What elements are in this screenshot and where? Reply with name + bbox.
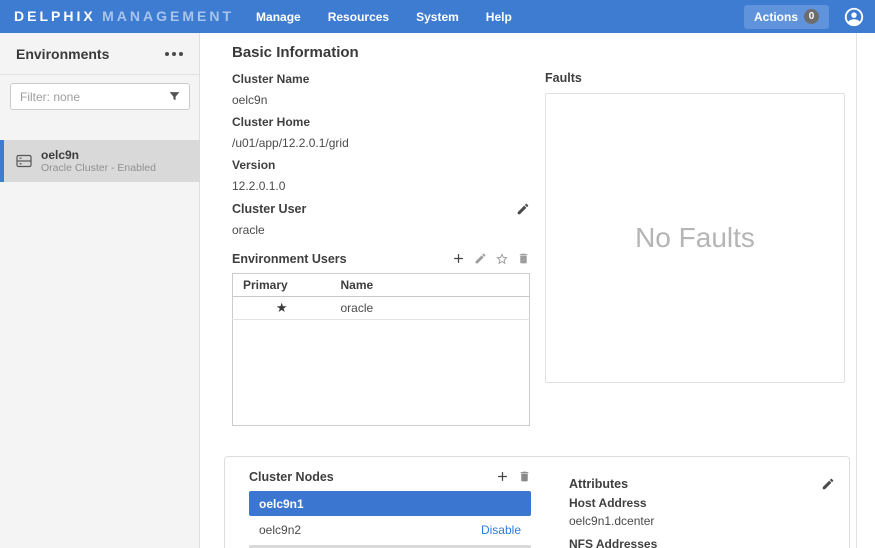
panel-right-divider: [856, 33, 857, 548]
environment-list-item[interactable]: oelc9n Oracle Cluster - Enabled: [0, 140, 200, 182]
user-table-row[interactable]: ★ oracle: [233, 297, 530, 320]
environment-users-toolbar: [451, 251, 530, 266]
nav-item-system[interactable]: System: [416, 10, 459, 24]
attributes-header: Attributes: [569, 477, 835, 491]
host-address-value: oelc9n1.dcenter: [569, 515, 835, 528]
version-value: 12.2.0.1.0: [232, 180, 530, 193]
environment-status: Oracle Cluster - Enabled: [41, 162, 156, 175]
version-label: Version: [232, 159, 530, 172]
trash-icon: [518, 470, 531, 483]
topbar-right-group: Actions 0: [744, 5, 865, 29]
cluster-name-value: oelc9n: [232, 94, 530, 107]
app-window: DELPHIX MANAGEMENT Manage Resources Syst…: [0, 0, 875, 548]
delphix-logo: DELPHIX MANAGEMENT: [14, 8, 234, 26]
add-user-button[interactable]: [451, 251, 466, 266]
edit-cluster-user-button[interactable]: [516, 202, 530, 216]
name-column-header: Name: [331, 274, 530, 297]
faults-panel: No Faults: [545, 93, 845, 383]
environment-item-text: oelc9n Oracle Cluster - Enabled: [41, 148, 156, 175]
basic-information-section: Basic Information Cluster Name oelc9n Cl…: [232, 44, 530, 426]
user-avatar-button[interactable]: [843, 6, 865, 28]
logo-primary-text: DELPHIX: [14, 8, 96, 24]
host-address-label: Host Address: [569, 497, 835, 510]
cluster-nodes-title: Cluster Nodes: [249, 470, 334, 484]
cluster-icon: [16, 154, 32, 168]
logo-secondary-text: MANAGEMENT: [102, 8, 234, 24]
cluster-nodes-section: Cluster Nodes: [249, 469, 531, 548]
main-panel: Basic Information Cluster Name oelc9n Cl…: [201, 33, 875, 548]
cluster-nodes-toolbar: [495, 469, 531, 484]
cluster-user-value: oracle: [232, 224, 530, 237]
disable-node-link[interactable]: Disable: [481, 523, 521, 537]
nav-item-help[interactable]: Help: [486, 10, 512, 24]
sidebar-header: Environments: [0, 33, 199, 75]
faults-title: Faults: [545, 71, 582, 85]
account-icon: [843, 6, 865, 28]
node-name: oelc9n2: [259, 523, 301, 537]
environment-users-title: Environment Users: [232, 252, 347, 266]
environment-users-table: Primary Name ★ oracle: [232, 273, 530, 320]
primary-star-cell: ★: [233, 297, 331, 320]
delete-node-button[interactable]: [518, 470, 531, 483]
filter-funnel-icon[interactable]: [168, 90, 181, 103]
plus-icon: [451, 251, 466, 266]
attributes-title: Attributes: [569, 477, 628, 491]
page-title: Basic Information: [232, 44, 530, 61]
environment-users-header: Environment Users: [232, 251, 530, 266]
edit-user-button[interactable]: [474, 252, 487, 265]
pencil-icon: [474, 252, 487, 265]
users-table-header-row: Primary Name: [233, 274, 530, 297]
environment-name: oelc9n: [41, 148, 156, 162]
node-name: oelc9n1: [259, 497, 304, 511]
users-table-empty-area: [232, 320, 530, 426]
nav-item-resources[interactable]: Resources: [328, 10, 389, 24]
cluster-user-row: Cluster User: [232, 202, 530, 216]
actions-button-label: Actions: [754, 10, 798, 24]
no-faults-text: No Faults: [635, 222, 755, 254]
top-navigation: Manage Resources System Help: [256, 10, 512, 24]
filter-field-wrap: [10, 83, 189, 110]
nav-item-manage[interactable]: Manage: [256, 10, 301, 24]
primary-column-header: Primary: [233, 274, 331, 297]
cluster-home-label: Cluster Home: [232, 116, 530, 129]
node-list-item[interactable]: oelc9n1: [249, 491, 531, 516]
trash-icon: [517, 252, 530, 265]
node-list-item[interactable]: oelc9n2 Disable: [249, 517, 531, 542]
nfs-addresses-label: NFS Addresses: [569, 538, 835, 548]
attributes-section: Attributes Host Address oelc9n1.dcenter …: [569, 477, 835, 548]
pencil-icon: [821, 477, 835, 491]
cluster-home-value: /u01/app/12.2.0.1/grid: [232, 137, 530, 150]
filter-input[interactable]: [10, 83, 190, 110]
edit-attributes-button[interactable]: [821, 477, 835, 491]
environments-sidebar: Environments oelc9n Orac: [0, 33, 200, 548]
app-header: DELPHIX MANAGEMENT Manage Resources Syst…: [0, 0, 875, 33]
add-node-button[interactable]: [495, 469, 510, 484]
cluster-nodes-card: Cluster Nodes: [224, 456, 850, 548]
user-name-cell: oracle: [331, 297, 530, 320]
star-icon: [495, 252, 509, 266]
faults-section: Faults No Faults: [545, 69, 845, 383]
cluster-nodes-header: Cluster Nodes: [249, 469, 531, 484]
cluster-user-label: Cluster User: [232, 203, 306, 216]
more-menu-button[interactable]: [165, 48, 183, 60]
pencil-icon: [516, 202, 530, 216]
actions-count-badge: 0: [804, 9, 819, 24]
set-primary-user-button[interactable]: [495, 252, 509, 266]
delete-user-button[interactable]: [517, 252, 530, 265]
sidebar-title: Environments: [16, 46, 109, 62]
plus-icon: [495, 469, 510, 484]
cluster-name-label: Cluster Name: [232, 73, 530, 86]
actions-button[interactable]: Actions 0: [744, 5, 829, 29]
